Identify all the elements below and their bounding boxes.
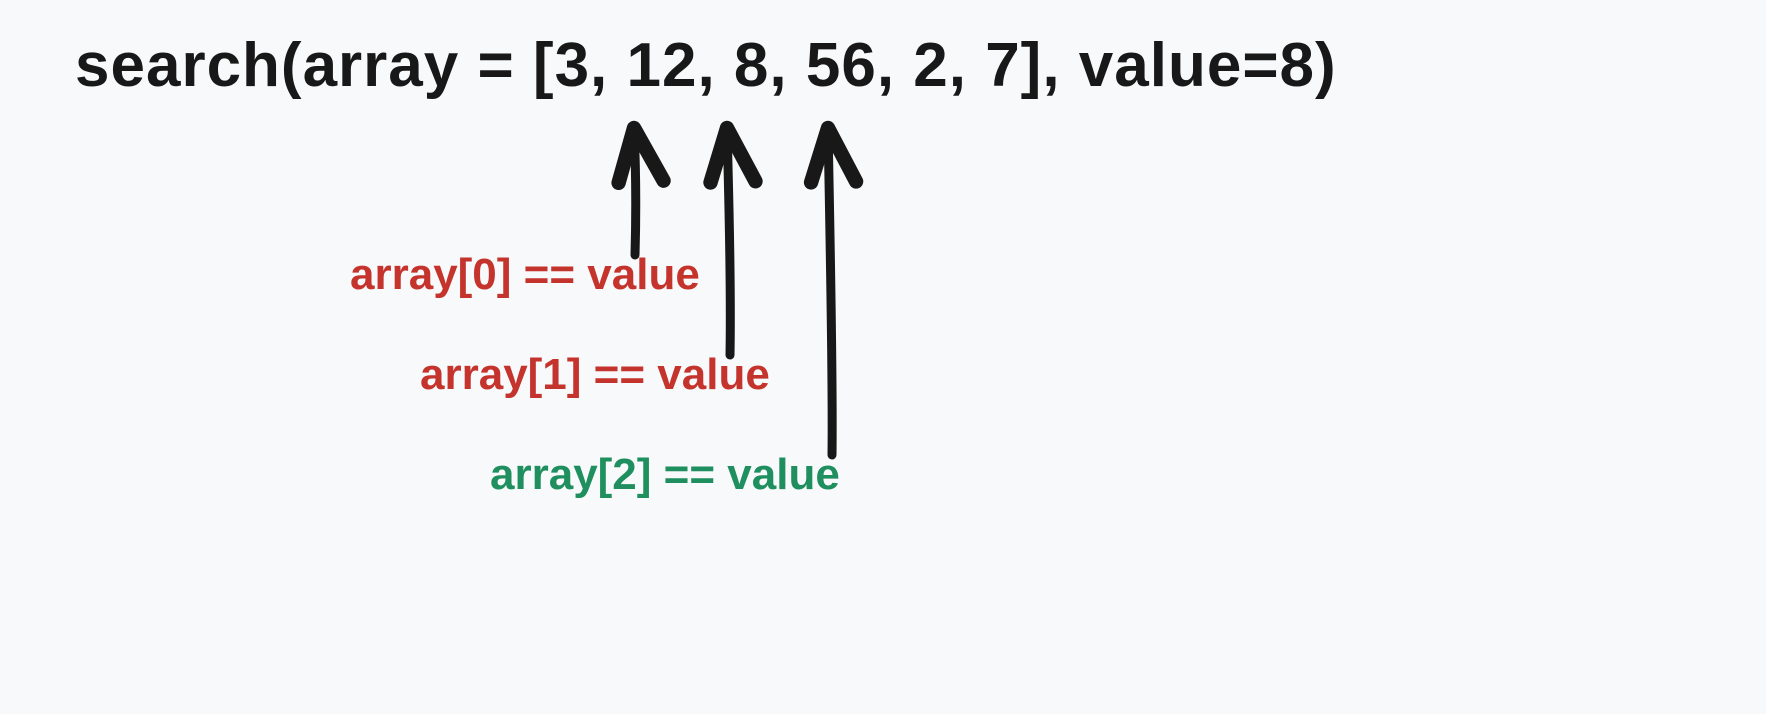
comparison-step-2: array[2] == value xyxy=(490,450,840,500)
arrow-to-index-1 xyxy=(727,128,730,355)
diagram-canvas: search(array = [3, 12, 8, 56, 2, 7], val… xyxy=(0,0,1766,714)
arrow-to-index-0 xyxy=(634,128,636,255)
function-call-headline: search(array = [3, 12, 8, 56, 2, 7], val… xyxy=(75,30,1337,101)
arrow-to-index-2 xyxy=(828,128,832,455)
pointer-arrows xyxy=(0,0,1766,714)
comparison-step-1: array[1] == value xyxy=(420,350,770,400)
comparison-step-0: array[0] == value xyxy=(350,250,700,300)
